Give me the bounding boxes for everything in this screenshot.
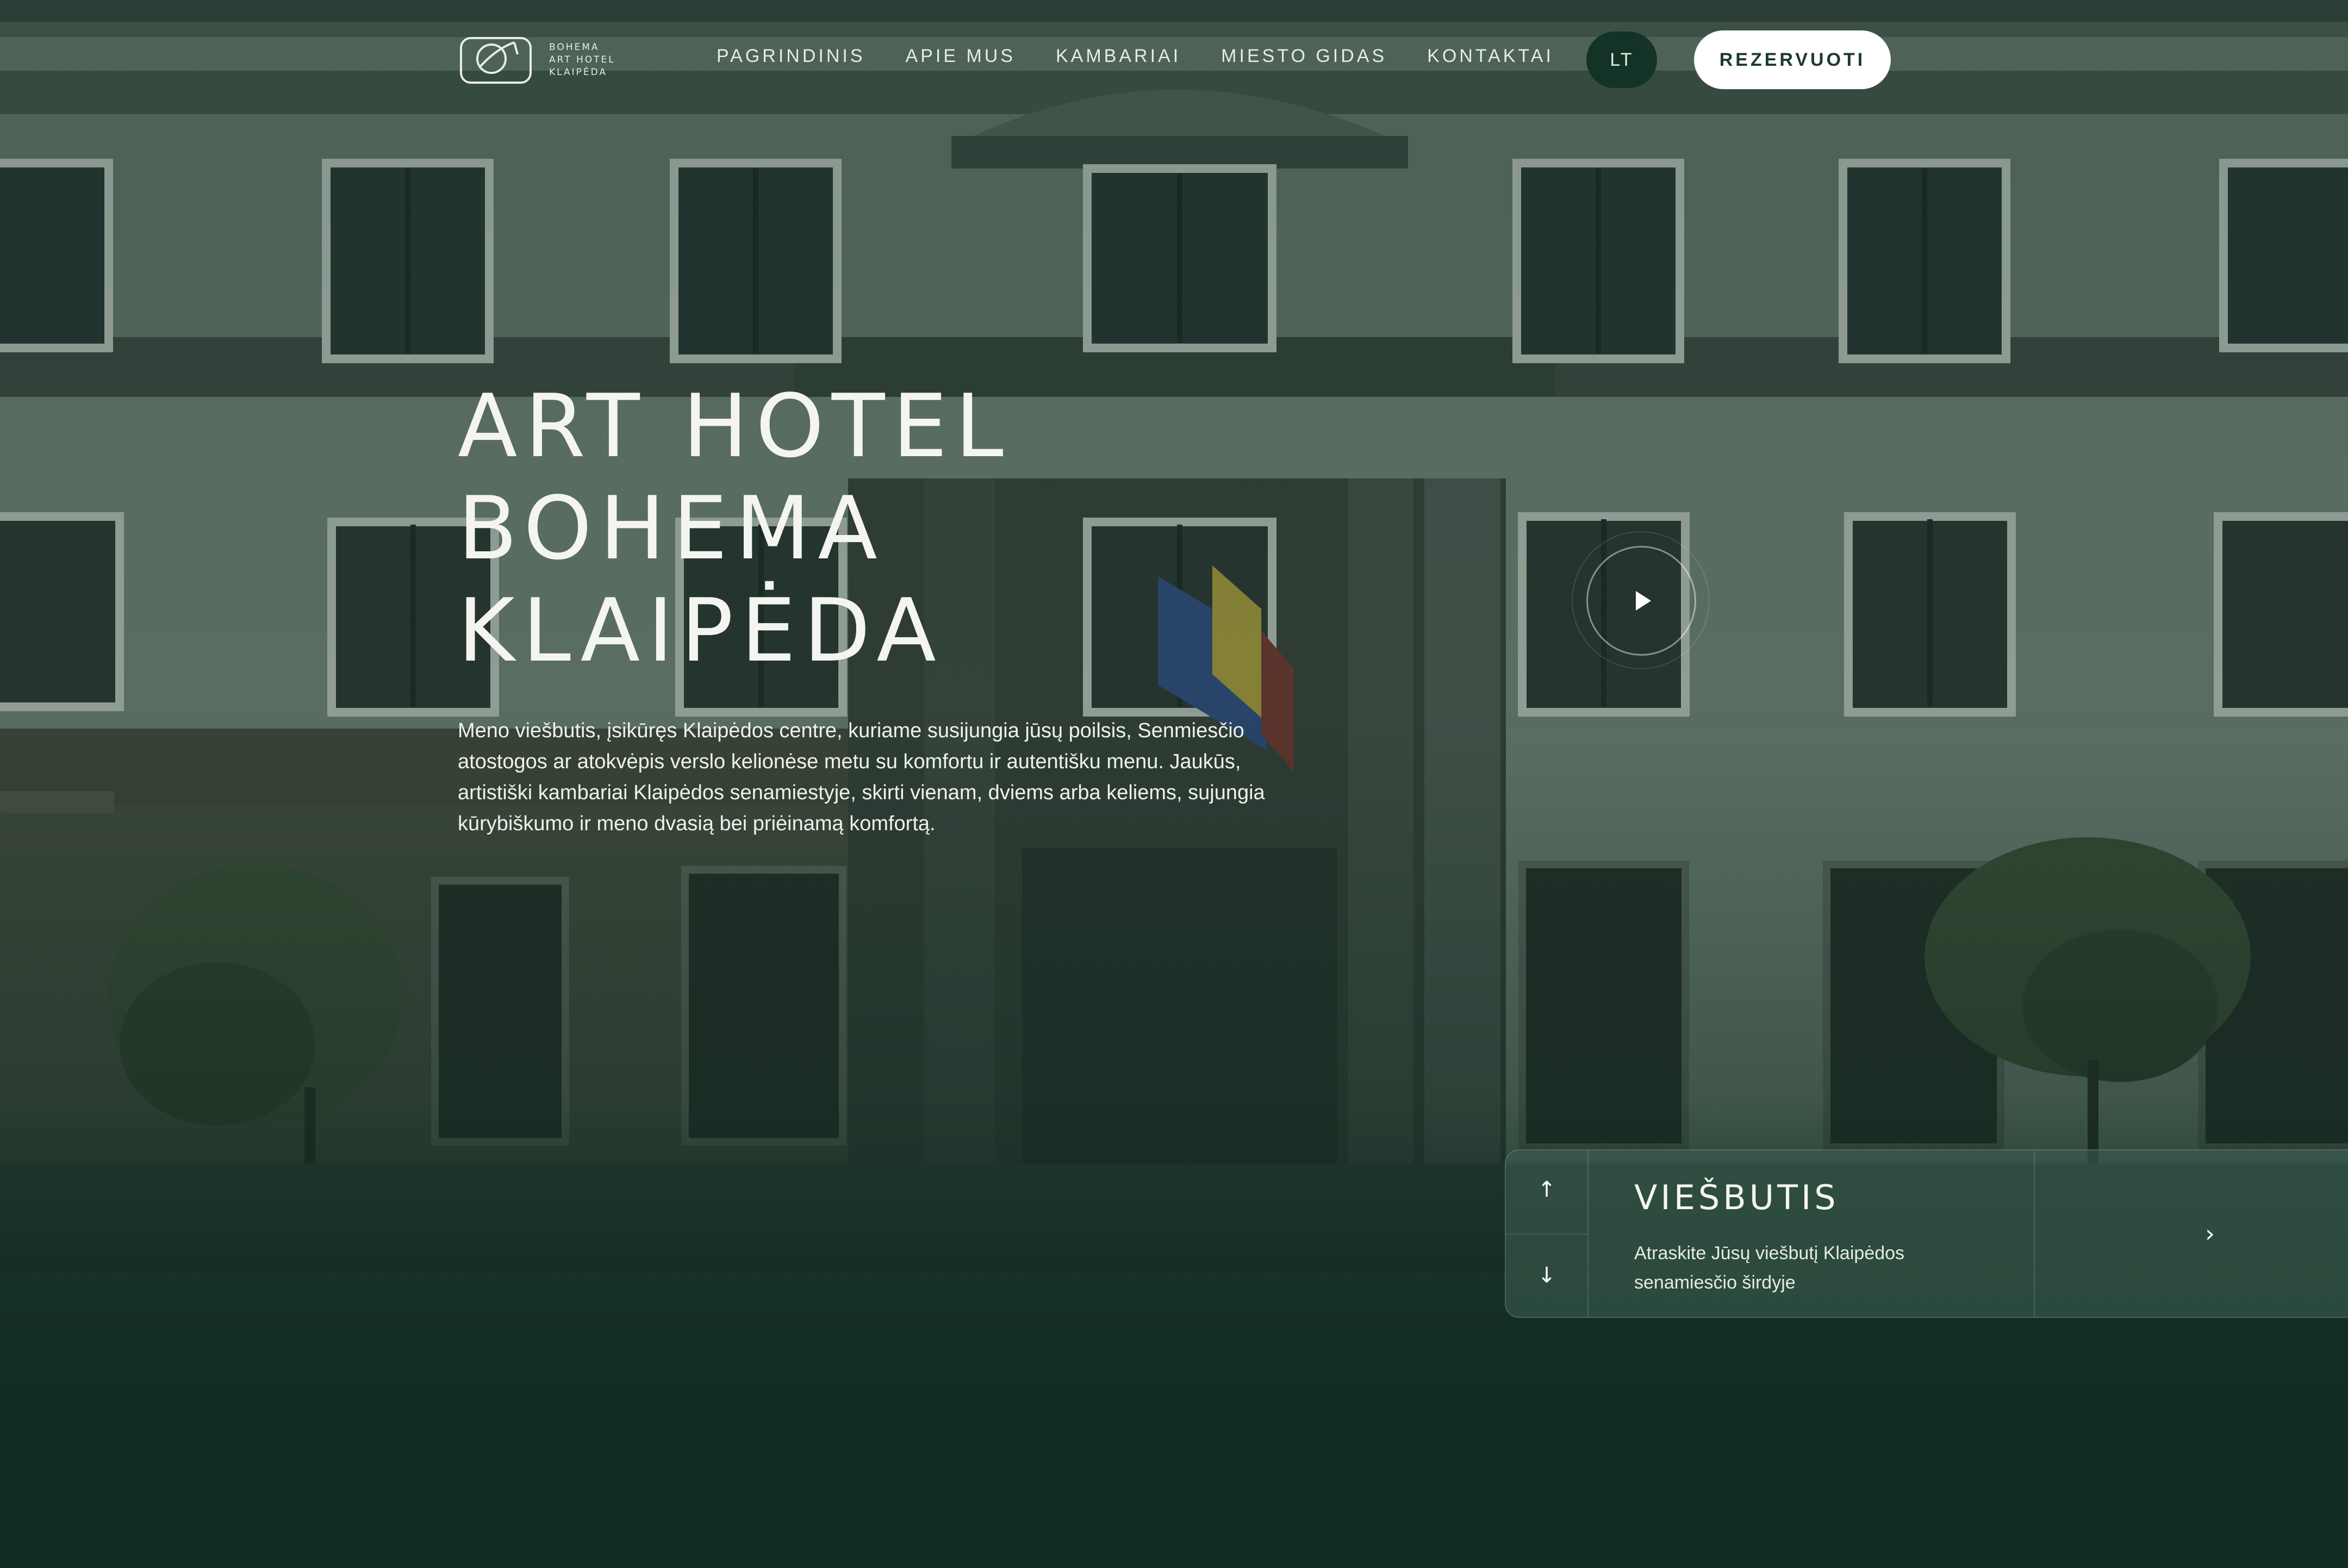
play-icon	[1636, 591, 1651, 611]
logo-line: BOHEMA	[549, 41, 600, 53]
feature-card: ↑ ↓ VIEŠBUTIS Atraskite Jūsų viešbutį Kl…	[1505, 1149, 2348, 1318]
card-arrow-controls: ↑ ↓	[1506, 1150, 1589, 1317]
nav-item-rooms[interactable]: KAMBARIAI	[1056, 46, 1181, 67]
hero-title-line: ART HOTEL	[458, 375, 1011, 477]
nav-item-home[interactable]: PAGRINDINIS	[717, 46, 865, 67]
card-title: VIEŠBUTIS	[1634, 1178, 1839, 1217]
nav-item-contacts[interactable]: KONTAKTAI	[1427, 46, 1554, 67]
arrow-down-icon[interactable]: ↓	[1506, 1265, 1587, 1286]
nav-item-about[interactable]: APIE MUS	[906, 46, 1016, 67]
reserve-button[interactable]: REZERVUOTI	[1694, 30, 1891, 89]
card-divider	[2034, 1150, 2035, 1317]
hero-title: ART HOTEL BOHEMA KLAIPĖDA	[458, 375, 1011, 682]
logo-text: BOHEMA ART HOTEL KLAIPĖDA	[549, 41, 615, 78]
site-header: BOHEMA ART HOTEL KLAIPĖDA PAGRINDINIS AP…	[0, 0, 2348, 120]
logo-line: KLAIPĖDA	[549, 66, 608, 78]
card-description: Atraskite Jūsų viešbutį Klaipėdos senami…	[1634, 1243, 1905, 1293]
card-side-divider	[1506, 1234, 1587, 1235]
play-video-button[interactable]	[1572, 531, 1710, 669]
hotel-logo[interactable]: BOHEMA ART HOTEL KLAIPĖDA	[458, 32, 615, 88]
nav-item-city-guide[interactable]: MIESTO GIDAS	[1221, 46, 1387, 67]
main-navigation: PAGRINDINIS APIE MUS KAMBARIAI MIESTO GI…	[717, 46, 1554, 67]
hero-description: Meno viešbutis, įsikūręs Klaipėdos centr…	[458, 719, 1265, 835]
language-switcher[interactable]: LT	[1586, 32, 1657, 88]
chevron-right-icon[interactable]: ›	[2191, 1215, 2229, 1253]
logo-line: ART HOTEL	[549, 54, 615, 65]
arrow-up-icon[interactable]: ↑	[1506, 1179, 1587, 1200]
logo-mark-icon	[460, 37, 532, 84]
hero-title-line: KLAIPĖDA	[458, 580, 944, 681]
hero-title-line: BOHEMA	[458, 477, 885, 579]
